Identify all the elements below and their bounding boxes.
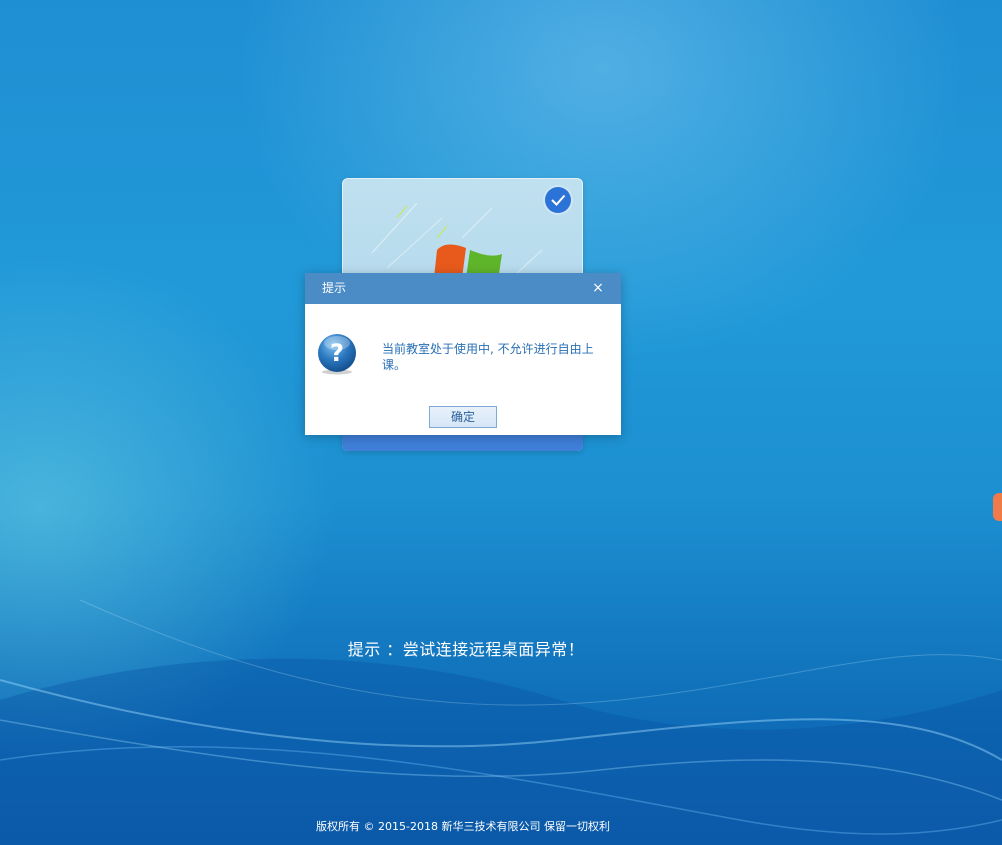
- dialog-message: 当前教室处于使用中, 不允许进行自由上课。: [382, 342, 594, 372]
- selected-check-icon: [545, 187, 571, 213]
- side-floating-tab[interactable]: [993, 493, 1002, 521]
- dialog-titlebar: 提示 ×: [305, 273, 621, 304]
- close-button[interactable]: ×: [591, 273, 605, 304]
- status-hint: 提示 ：尝试连接远程桌面异常！: [347, 640, 585, 659]
- question-icon: ?: [318, 334, 356, 375]
- dialog-title: 提示: [322, 281, 347, 295]
- copyright-footer: 版权所有 © 2015-2018 新华三技术有限公司 保留一切权利: [316, 820, 610, 833]
- ok-button[interactable]: 确定: [429, 406, 497, 428]
- prompt-dialog: 提示 × ? 当前教室处于使用中, 不允许进行自由上课。 确定: [305, 273, 621, 435]
- svg-text:?: ?: [330, 339, 344, 367]
